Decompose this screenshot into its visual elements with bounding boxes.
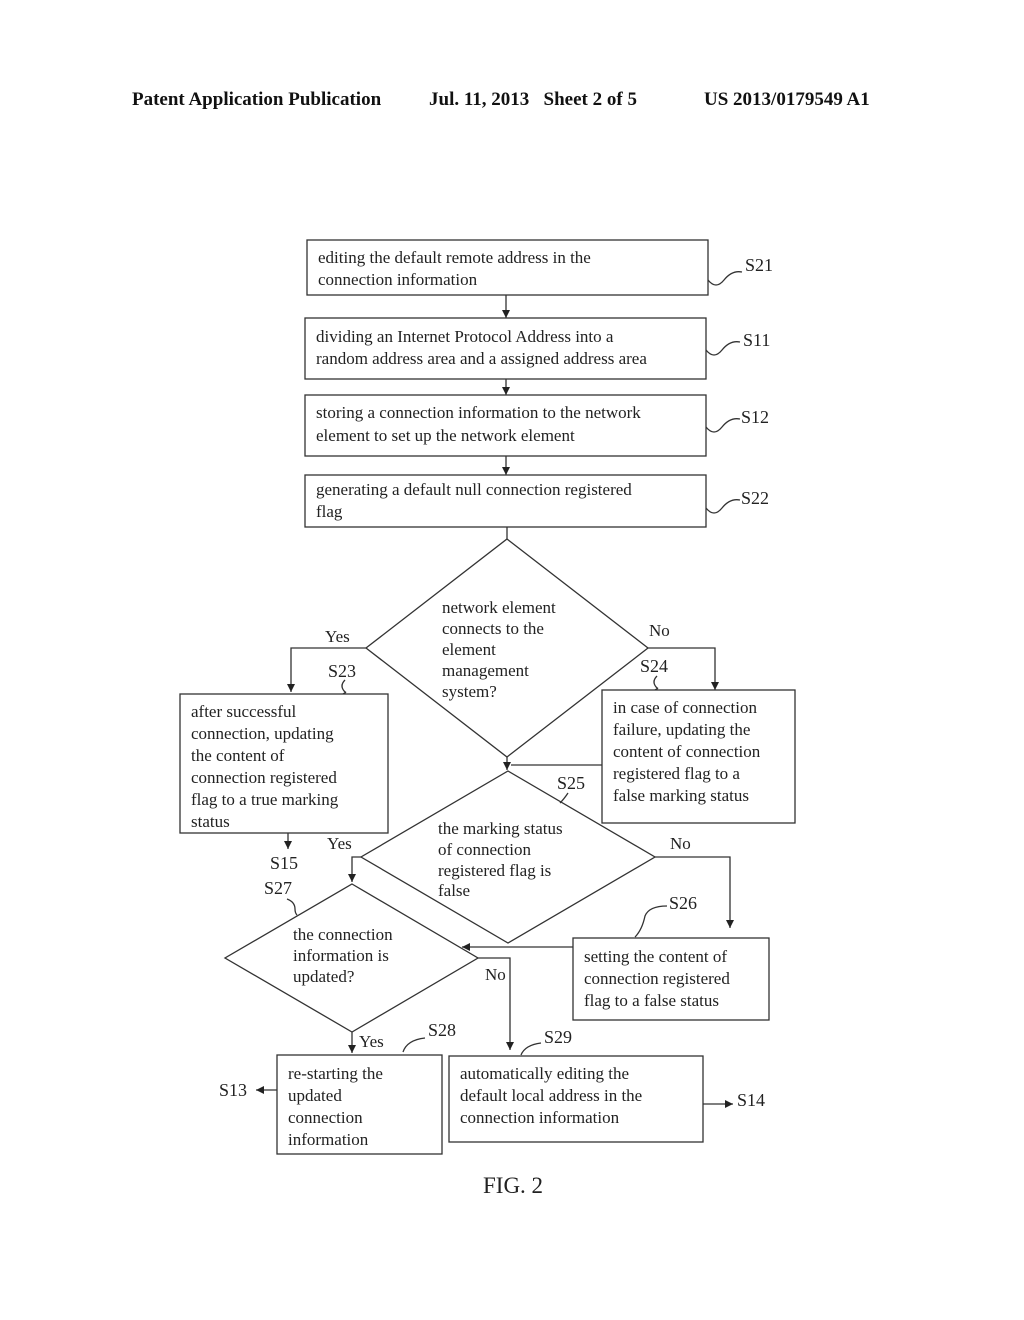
step-s22: generating a default null connection reg… — [304, 474, 769, 528]
step-s26-line: connection registered — [584, 969, 730, 988]
step-s12-line: storing a connection information to the … — [316, 403, 641, 422]
step-s12-line: element to set up the network element — [316, 426, 575, 445]
step-s21: editing the default remote address in th… — [306, 239, 773, 296]
step-s24-line: registered flag to a — [613, 764, 740, 783]
step-s23-line: flag to a true marking — [191, 790, 339, 809]
figure-label: FIG. 2 — [483, 1173, 543, 1198]
step-s29: S29 automatically editing the default lo… — [448, 1027, 704, 1143]
decision-s27-ref: S27 — [264, 878, 292, 898]
decision-d1-line: connects to the — [442, 619, 544, 638]
arrow-s25-yes — [348, 856, 361, 882]
goto-s14: S14 — [737, 1090, 765, 1110]
step-s29-line: connection information — [460, 1108, 620, 1127]
decision-s25-ref: S25 — [557, 773, 585, 793]
step-s28-ref: S28 — [428, 1020, 456, 1040]
decision-s27-yes-label: Yes — [359, 1032, 384, 1051]
step-s24-line: in case of connection — [613, 698, 757, 717]
step-s11: dividing an Internet Protocol Address in… — [304, 317, 770, 380]
step-s12-ref: S12 — [741, 407, 769, 427]
step-s26: S26 setting the content of connection re… — [572, 893, 770, 1021]
step-s22-line: flag — [316, 502, 343, 521]
step-s29-line: default local address in the — [460, 1086, 642, 1105]
step-s23-line: the content of — [191, 746, 285, 765]
step-s28-leader — [402, 1037, 426, 1053]
decision-s25-line: the marking status — [438, 819, 563, 838]
decision-d1-line: management — [442, 661, 529, 680]
decision-s27-line: information is — [293, 946, 389, 965]
decision-s27-leader — [286, 898, 298, 916]
step-s24-line: failure, updating the — [613, 720, 750, 739]
step-s29-line: automatically editing the — [460, 1064, 629, 1083]
step-s24-line: content of connection — [613, 742, 761, 761]
step-s23-line: connection registered — [191, 768, 337, 787]
decision-d1-no-label: No — [649, 621, 670, 640]
step-s26-line: flag to a false status — [584, 991, 719, 1010]
step-s23-leader — [341, 679, 347, 695]
step-s23-ref: S23 — [328, 661, 356, 681]
decision-s27-line: the connection — [293, 925, 393, 944]
step-s29-ref: S29 — [544, 1027, 572, 1047]
decision-d1-line: element — [442, 640, 496, 659]
step-s23-line: status — [191, 812, 230, 831]
decision-s25-line: of connection — [438, 840, 531, 859]
step-s22-line: generating a default null connection reg… — [316, 480, 632, 499]
decision-s27-line: updated? — [293, 967, 354, 986]
step-s11-line: random address area and a assigned addre… — [316, 349, 647, 368]
step-s23-line: connection, updating — [191, 724, 334, 743]
step-s12-leader — [705, 418, 741, 433]
step-s26-line: setting the content of — [584, 947, 727, 966]
decision-s25-yes-label: Yes — [327, 834, 352, 853]
goto-s15: S15 — [270, 853, 298, 873]
step-s22-leader — [705, 499, 741, 514]
decision-d1-yes-label: Yes — [325, 627, 350, 646]
step-s23: S23 after successful connection, updatin… — [179, 661, 389, 834]
step-s21-ref: S21 — [745, 255, 773, 275]
step-s22-ref: S22 — [741, 488, 769, 508]
decision-s27-no-label: No — [485, 965, 506, 984]
step-s29-leader — [520, 1042, 542, 1056]
decision-d1-line: system? — [442, 682, 497, 701]
step-s24-ref: S24 — [640, 656, 668, 676]
step-s11-ref: S11 — [743, 330, 770, 350]
step-s26-ref: S26 — [669, 893, 697, 913]
step-s11-leader — [705, 341, 741, 356]
decision-s25-no-label: No — [670, 834, 691, 853]
decision-d1-line: network element — [442, 598, 556, 617]
step-s23-line: after successful — [191, 702, 297, 721]
step-s21-line: connection information — [318, 270, 478, 289]
goto-s13: S13 — [219, 1080, 247, 1100]
step-s24-line: false marking status — [613, 786, 749, 805]
step-s24: S24 in case of connection failure, updat… — [601, 656, 796, 824]
step-s12: storing a connection information to the … — [304, 394, 769, 457]
decision-s25-line: registered flag is — [438, 861, 551, 880]
step-s28-line: updated — [288, 1086, 342, 1105]
step-s28-line: re-starting the — [288, 1064, 383, 1083]
step-s26-leader — [634, 905, 668, 938]
step-s24-leader — [653, 675, 659, 691]
step-s21-line: editing the default remote address in th… — [318, 248, 591, 267]
decision-s25-line: false — [438, 881, 470, 900]
step-s11-line: dividing an Internet Protocol Address in… — [316, 327, 614, 346]
step-s28-line: information — [288, 1130, 369, 1149]
step-s21-leader — [707, 271, 743, 286]
flowchart: editing the default remote address in th… — [179, 239, 796, 1198]
step-s28-line: connection — [288, 1108, 363, 1127]
decision-s25-leader — [559, 792, 569, 804]
